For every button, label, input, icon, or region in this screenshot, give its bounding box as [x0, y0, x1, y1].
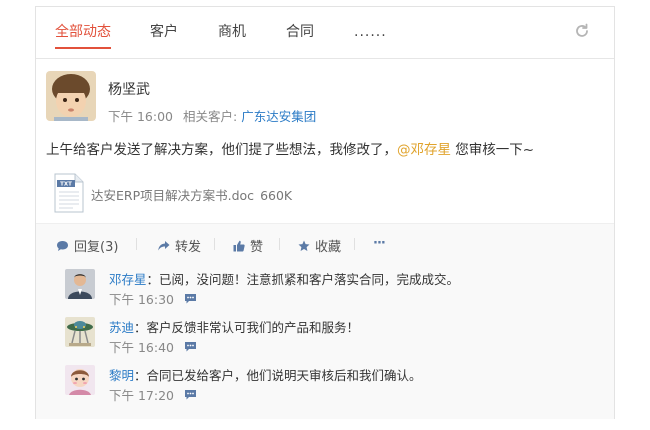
thumbs-up-icon: [233, 240, 245, 251]
divider: [214, 238, 215, 250]
divider: [279, 238, 280, 250]
author-name[interactable]: 杨坚武: [108, 79, 150, 99]
reply-item: 苏迪：客户反馈非常认可我们的产品和服务！ 下午 16:40: [65, 313, 595, 361]
activity-card: 全部动态 客户 商机 合同 ...... 杨坚武 下午 16:00 相关客户: …: [35, 6, 615, 419]
reply-line: 苏迪：客户反馈非常认可我们的产品和服务！: [109, 317, 359, 336]
txt-file-icon[interactable]: TXT: [53, 173, 85, 213]
action-bar: 回复(3) 转发 赞 收藏 ···: [36, 223, 614, 263]
like-button[interactable]: 赞: [233, 236, 263, 255]
reply-line: 邓存星：已阅，没问题！注意抓紧和客户落实合同，完成成交。: [109, 269, 459, 288]
divider: [354, 238, 355, 250]
forward-button[interactable]: 转发: [157, 236, 201, 255]
post-meta: 下午 16:00 相关客户: 广东达安集团: [108, 106, 316, 125]
reply-line: 黎明：合同已发给客户，他们说明天审核后和我们确认。: [109, 365, 422, 384]
svg-text:TXT: TXT: [60, 182, 72, 188]
attachment-name: 达安ERP项目解决方案书.doc: [91, 188, 255, 203]
post-text-end: 您审核一下~: [451, 142, 535, 158]
refresh-icon[interactable]: [574, 23, 590, 39]
post: 杨坚武 下午 16:00 相关客户: 广东达安集团 上午给客户发送了解决方案，他…: [36, 59, 614, 223]
related-customer-link[interactable]: 广东达安集团: [241, 109, 316, 124]
post-content: 上午给客户发送了解决方案，他们提了些想法，我修改了，@邓存星 您审核一下~: [46, 138, 534, 158]
post-time: 下午 16:00: [108, 109, 173, 124]
reply-list: 邓存星：已阅，没问题！注意抓紧和客户落实合同，完成成交。 下午 16:30 苏迪…: [36, 263, 614, 419]
tab-bar: 全部动态 客户 商机 合同 ......: [36, 7, 614, 59]
mention-link[interactable]: @邓存星: [397, 142, 451, 158]
related-label: 相关客户:: [182, 109, 238, 124]
comment-icon[interactable]: [184, 341, 197, 352]
comment-icon: [57, 240, 68, 251]
reply-text: ：客户反馈非常认可我们的产品和服务！: [134, 320, 360, 335]
attachment-link[interactable]: 达安ERP项目解决方案书.doc 660K: [91, 185, 292, 204]
reply-time: 下午 16:30: [109, 292, 174, 307]
forward-label: 转发: [175, 240, 202, 255]
divider: [136, 238, 137, 250]
more-icon: ···: [373, 236, 386, 251]
avatar[interactable]: [65, 317, 95, 347]
reply-label: 回复(3): [74, 240, 119, 255]
reply-time-row: 下午 17:20: [109, 385, 197, 404]
reply-time-row: 下午 16:40: [109, 337, 197, 356]
reply-author[interactable]: 邓存星: [109, 272, 147, 287]
star-icon: [298, 240, 310, 251]
avatar[interactable]: [65, 365, 95, 395]
reply-button[interactable]: 回复(3): [56, 236, 118, 255]
comment-icon[interactable]: [184, 389, 197, 400]
like-label: 赞: [250, 240, 264, 255]
reply-item: 邓存星：已阅，没问题！注意抓紧和客户落实合同，完成成交。 下午 16:30: [65, 265, 595, 313]
tab-opportunities[interactable]: 商机: [218, 23, 246, 41]
tab-customers[interactable]: 客户: [150, 23, 178, 41]
author-avatar[interactable]: [46, 71, 96, 121]
reply-text: ：已阅，没问题！注意抓紧和客户落实合同，完成成交。: [146, 272, 460, 287]
favorite-button[interactable]: 收藏: [298, 236, 341, 255]
reply-author[interactable]: 黎明: [109, 368, 134, 383]
reply-text: ：合同已发给客户，他们说明天审核后和我们确认。: [134, 368, 422, 383]
comment-icon[interactable]: [184, 293, 197, 304]
more-button[interactable]: ···: [373, 236, 386, 251]
reply-time-row: 下午 16:30: [109, 289, 197, 308]
attachment-size: 660K: [260, 188, 293, 203]
tab-more[interactable]: ......: [354, 23, 387, 41]
tab-contracts[interactable]: 合同: [286, 23, 314, 41]
reply-time: 下午 16:40: [109, 340, 174, 355]
avatar[interactable]: [65, 269, 95, 299]
tab-all-activity[interactable]: 全部动态: [55, 23, 111, 49]
post-text: 上午给客户发送了解决方案，他们提了些想法，我修改了，: [46, 142, 397, 158]
reply-item: 黎明：合同已发给客户，他们说明天审核后和我们确认。 下午 17:20: [65, 361, 595, 409]
favorite-label: 收藏: [315, 240, 342, 255]
reply-author[interactable]: 苏迪: [109, 320, 134, 335]
share-icon: [158, 240, 170, 250]
reply-time: 下午 17:20: [109, 388, 174, 403]
